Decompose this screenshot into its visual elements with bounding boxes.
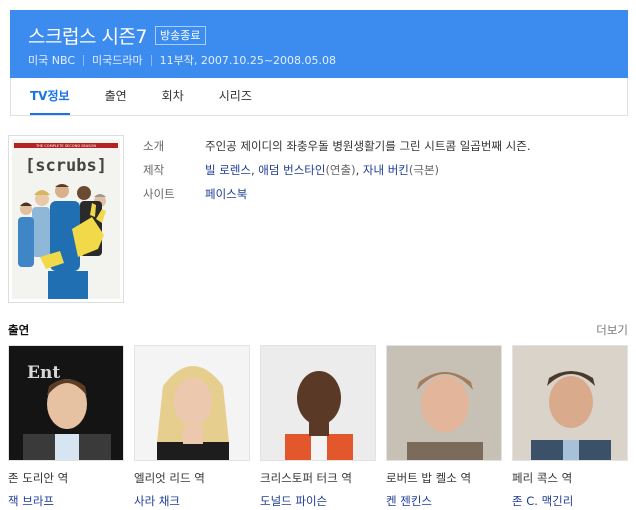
facebook-link[interactable]: 페이스북 — [205, 186, 247, 202]
actor-photo[interactable]: Ent — [8, 345, 124, 461]
character-name: 로버트 밥 켈소 역 — [386, 471, 472, 485]
tab-bar: TV정보 출연 회차 시리즈 — [10, 78, 628, 116]
meta-broadcaster: 미국 NBC — [28, 54, 75, 67]
intro-label: 소개 — [143, 139, 165, 153]
tab-cast[interactable]: 출연 — [105, 78, 127, 115]
meta-genre: 미국드라마 — [92, 54, 143, 67]
production-credits: 빌 로렌스, 애덤 번스타인(연출), 자내 버킨(극본) — [205, 162, 439, 178]
cast-card[interactable]: 크리스토퍼 터크 역 도널드 파이슨 — [260, 345, 376, 510]
info-row-site: 사이트 페이스북 — [143, 182, 530, 206]
info-row-production: 제작 빌 로렌스, 애덤 번스타인(연출), 자내 버킨(극본) — [143, 158, 530, 182]
meta-divider — [150, 54, 152, 66]
tab-tv-info[interactable]: TV정보 — [30, 78, 70, 115]
info-row-intro: 소개 주인공 제이디의 좌충우돌 병원생활기를 그린 시트콤 일곱번째 시즌. — [143, 134, 530, 158]
actor-name[interactable]: 사라 채크 — [134, 493, 250, 509]
actor-name[interactable]: 도널드 파이슨 — [260, 493, 376, 509]
actor-name[interactable]: 켄 젠킨스 — [386, 493, 502, 509]
poster-logo: [scrubs] — [25, 156, 107, 176]
director-role: (연출) — [325, 163, 356, 177]
writer-role: (극본) — [408, 163, 440, 177]
status-badge: 방송종료 — [155, 26, 206, 45]
meta-divider — [83, 54, 84, 66]
producer-separator: , — [355, 163, 363, 177]
producer-link[interactable]: 빌 로렌스 — [205, 163, 251, 177]
poster-banner: THE COMPLETE SECOND SEASON — [35, 144, 96, 148]
actor-photo[interactable] — [260, 345, 376, 461]
cast-list: Ent 존 도리안 역 잭 브라프 엘리엇 리드 역 사라 채크 크리스토퍼 터… — [8, 345, 628, 510]
actor-photo[interactable] — [512, 345, 628, 461]
program-info: 소개 주인공 제이디의 좌충우돌 병원생활기를 그린 시트콤 일곱번째 시즌. … — [143, 134, 530, 206]
svg-text:Ent: Ent — [27, 363, 60, 383]
character-name: 존 도리안 역 — [8, 471, 69, 485]
cast-card[interactable]: 로버트 밥 켈소 역 켄 젠킨스 — [386, 345, 502, 510]
actor-photo[interactable] — [386, 345, 502, 461]
cast-card[interactable]: 엘리엇 리드 역 사라 채크 — [134, 345, 250, 510]
poster-thumbnail[interactable]: THE COMPLETE SECOND SEASON [scrubs] — [8, 135, 124, 303]
program-meta: 미국 NBC 미국드라마 11부작, 2007.10.25~2008.05.08 — [28, 52, 336, 68]
character-name: 페리 콕스 역 — [512, 471, 573, 485]
more-link[interactable]: 더보기 — [596, 322, 628, 338]
meta-episodes: 11부작, 2007.10.25~2008.05.08 — [159, 54, 337, 67]
title-row: 스크럽스 시즌7 방송종료 — [28, 22, 206, 49]
cast-title: 출연 — [8, 323, 30, 337]
program-title[interactable]: 스크럽스 시즌7 — [28, 22, 148, 49]
character-name: 크리스토퍼 터크 역 — [260, 471, 352, 485]
tab-episodes[interactable]: 회차 — [162, 78, 184, 115]
production-label: 제작 — [143, 163, 165, 177]
program-header: 스크럽스 시즌7 방송종료 미국 NBC 미국드라마 11부작, 2007.10… — [10, 10, 628, 78]
actor-name[interactable]: 잭 브라프 — [8, 493, 124, 509]
actor-name[interactable]: 존 C. 맥긴리 — [512, 493, 628, 509]
poster-image: THE COMPLETE SECOND SEASON [scrubs] — [12, 139, 120, 299]
intro-text: 주인공 제이디의 좌충우돌 병원생활기를 그린 시트콤 일곱번째 시즌. — [205, 139, 531, 153]
cast-card[interactable]: 페리 콕스 역 존 C. 맥긴리 — [512, 345, 628, 510]
site-label: 사이트 — [143, 187, 175, 201]
character-name: 엘리엇 리드 역 — [134, 471, 205, 485]
actor-photo[interactable] — [134, 345, 250, 461]
cast-header: 출연 더보기 — [8, 322, 628, 338]
cast-card[interactable]: Ent 존 도리안 역 잭 브라프 — [8, 345, 124, 510]
director-link[interactable]: 애덤 번스타인 — [258, 163, 325, 177]
writer-link[interactable]: 자내 버킨 — [363, 163, 409, 177]
tab-series[interactable]: 시리즈 — [219, 78, 252, 115]
